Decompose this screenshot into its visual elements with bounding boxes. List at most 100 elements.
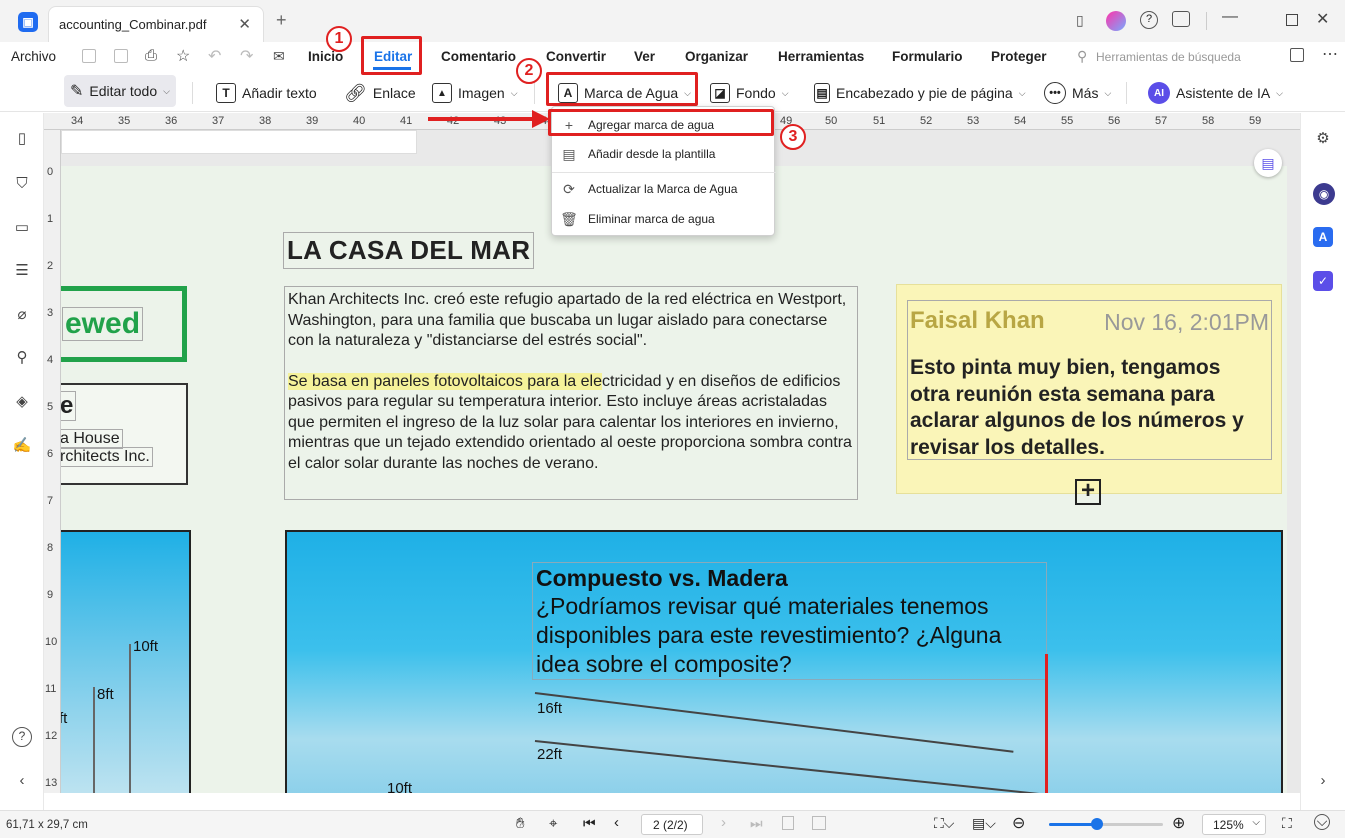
properties-icon[interactable]: ⚙ — [1313, 129, 1333, 149]
tab-title: accounting_Combinar.pdf — [59, 17, 207, 32]
print-icon[interactable]: ⎙ — [145, 47, 157, 64]
add-from-template-item[interactable]: ▤ Añadir desde la plantilla — [552, 141, 776, 167]
fullscreen-icon[interactable]: ⛶ — [1282, 815, 1292, 832]
minimize-icon[interactable]: — — [1222, 8, 1238, 26]
update-watermark-item[interactable]: ⟳ Actualizar la Marca de Agua — [552, 176, 776, 202]
close-tab-icon[interactable]: ✕ — [238, 15, 251, 33]
background-button[interactable]: ◪ Fondo ⌵ — [706, 79, 793, 107]
mail-icon[interactable]: ✉ — [273, 48, 285, 65]
tablet-icon[interactable]: ▯ — [1076, 12, 1084, 29]
more-menu-icon[interactable]: ⋯ — [1322, 44, 1338, 64]
help-icon[interactable]: ? — [12, 727, 32, 747]
new-tab-button[interactable]: + — [276, 10, 287, 31]
signature-icon[interactable]: ✍ — [12, 436, 32, 456]
chatbot-icon[interactable]: ◉ — [1313, 183, 1335, 205]
star-icon[interactable]: ☆ — [176, 46, 190, 66]
edit-all-button[interactable]: ✎ Editar todo ⌵ — [64, 75, 176, 107]
ruler-tick: 13 — [45, 777, 58, 789]
sticky-note[interactable]: Faisal Khan Nov 16, 2:01PM Esto pinta mu… — [896, 284, 1282, 505]
note-author: Faisal Khan — [910, 307, 1045, 334]
layers-icon[interactable]: ◈ — [12, 392, 32, 412]
zoom-slider[interactable] — [1049, 818, 1163, 830]
page-thumbnail-icon[interactable]: ▯ — [12, 129, 32, 149]
page-layout-icon[interactable]: ▤⌵ — [972, 815, 996, 832]
body-paragraph[interactable]: Khan Architects Inc. creó este refugio a… — [284, 286, 858, 500]
save-icon[interactable] — [82, 49, 96, 63]
chevron-down-icon: ⌵ — [1018, 87, 1026, 98]
zoom-select[interactable]: 125% ⌵ — [1202, 814, 1266, 835]
header-footer-button[interactable]: ▤ Encabezado y pie de página ⌵ — [810, 79, 1030, 107]
translate-icon[interactable]: A — [1313, 227, 1333, 247]
update-watermark-label: Actualizar la Marca de Agua — [588, 182, 738, 196]
menu-ver[interactable]: Ver — [634, 49, 655, 64]
add-text-button[interactable]: T Añadir texto — [212, 79, 321, 107]
panel-icon[interactable] — [1290, 48, 1304, 62]
pdf-page[interactable]: ewed e a House rchitects Inc. LA CASA DE… — [61, 166, 1287, 793]
ruler-tick: 37 — [212, 115, 225, 127]
maximize-icon[interactable] — [1286, 14, 1298, 26]
document-title[interactable]: LA CASA DEL MAR — [283, 232, 535, 269]
image-button[interactable]: ▲ Imagen ⌵ — [428, 79, 522, 107]
link-button[interactable]: 🔗︎ Enlace — [340, 79, 420, 107]
image-icon: ▲ — [432, 83, 452, 103]
more-button[interactable]: ••• Más ⌵ — [1040, 79, 1115, 107]
comparison-note[interactable]: Compuesto vs. Madera ¿Podríamos revisar … — [532, 562, 1047, 680]
checklist-icon[interactable]: ✓ — [1313, 271, 1333, 291]
ruler-tick: 5 — [47, 401, 54, 413]
close-window-icon[interactable]: ✕ — [1316, 9, 1329, 29]
single-page-icon[interactable] — [782, 816, 794, 830]
last-page-icon[interactable]: ⏭︎ — [750, 815, 763, 832]
collapse-bottom-icon[interactable]: ⌵ — [1314, 814, 1330, 830]
ruler-tick: 40 — [353, 115, 366, 127]
menu-herramientas[interactable]: Herramientas — [778, 49, 864, 64]
menu-organizar[interactable]: Organizar — [685, 49, 748, 64]
avatar[interactable] — [1106, 11, 1126, 31]
expand-right-icon[interactable]: › — [1313, 771, 1333, 791]
menu-proteger[interactable]: Proteger — [991, 49, 1047, 64]
card-letter: e — [61, 391, 77, 421]
feedback-icon[interactable] — [1172, 11, 1190, 27]
dimension-label: 8ft — [97, 686, 114, 703]
next-page-icon[interactable]: › — [721, 814, 726, 831]
zoom-slider-handle[interactable] — [1091, 818, 1103, 830]
page-number-input[interactable]: 2 (2/2) — [641, 814, 703, 835]
ai-assistant-button[interactable]: AI Asistente de IA ⌵ — [1144, 79, 1287, 107]
prev-page-icon[interactable]: ‹ — [614, 814, 619, 831]
ai-doc-icon[interactable]: ▤ — [1254, 149, 1282, 177]
add-box-icon[interactable]: + — [1075, 479, 1101, 505]
comment-icon[interactable]: ▭ — [12, 218, 32, 238]
attachment-icon[interactable]: ⌀ — [12, 305, 32, 325]
help-icon[interactable]: ? — [1140, 11, 1158, 29]
ruler-tick: 59 — [1249, 115, 1262, 127]
search-icon[interactable]: ⚲ — [12, 348, 32, 368]
menu-formulario[interactable]: Formulario — [892, 49, 963, 64]
search-input[interactable]: Herramientas de búsqueda — [1096, 50, 1241, 64]
bookmark-icon[interactable]: ⛉ — [12, 174, 32, 194]
delete-watermark-item[interactable]: 🗑︎ Eliminar marca de agua — [552, 206, 776, 232]
project-card: e a House rchitects Inc. — [61, 383, 188, 485]
menu-convertir[interactable]: Convertir — [546, 49, 606, 64]
zoom-slider-fill — [1049, 823, 1097, 826]
menu-bar: Archivo ⎙ ☆ ↶ ↷ ✉ Inicio Editar Comentar… — [0, 42, 1345, 72]
menu-archivo[interactable]: Archivo — [11, 49, 56, 64]
layers-list-icon[interactable]: ☰ — [12, 261, 32, 281]
header-footer-label: Encabezado y pie de página — [836, 85, 1013, 101]
menu-comentario[interactable]: Comentario — [441, 49, 516, 64]
hand-tool-icon[interactable]: ✋︎ — [516, 815, 525, 832]
house-image[interactable]: Compuesto vs. Madera ¿Podríamos revisar … — [285, 530, 1283, 793]
redo-icon[interactable]: ↷ — [240, 46, 253, 66]
save-as-icon[interactable] — [114, 49, 128, 63]
select-tool-icon[interactable]: ⌖ — [549, 815, 557, 832]
undo-icon[interactable]: ↶ — [208, 46, 221, 66]
zoom-in-icon[interactable]: ⊕ — [1172, 813, 1185, 833]
add-from-template-label: Añadir desde la plantilla — [588, 147, 716, 161]
fit-page-icon[interactable]: ⛶⌵ — [934, 815, 954, 832]
zoom-out-icon[interactable]: ⊖ — [1012, 813, 1025, 833]
divider — [534, 82, 535, 104]
refresh-icon: ⟳ — [563, 180, 575, 197]
first-page-icon[interactable]: ⏮︎ — [583, 815, 596, 832]
reviewed-stamp[interactable]: ewed — [61, 286, 187, 362]
document-tab[interactable]: accounting_Combinar.pdf ✕ — [48, 6, 264, 42]
two-page-icon[interactable] — [812, 816, 826, 830]
collapse-left-icon[interactable]: ‹ — [12, 771, 32, 791]
